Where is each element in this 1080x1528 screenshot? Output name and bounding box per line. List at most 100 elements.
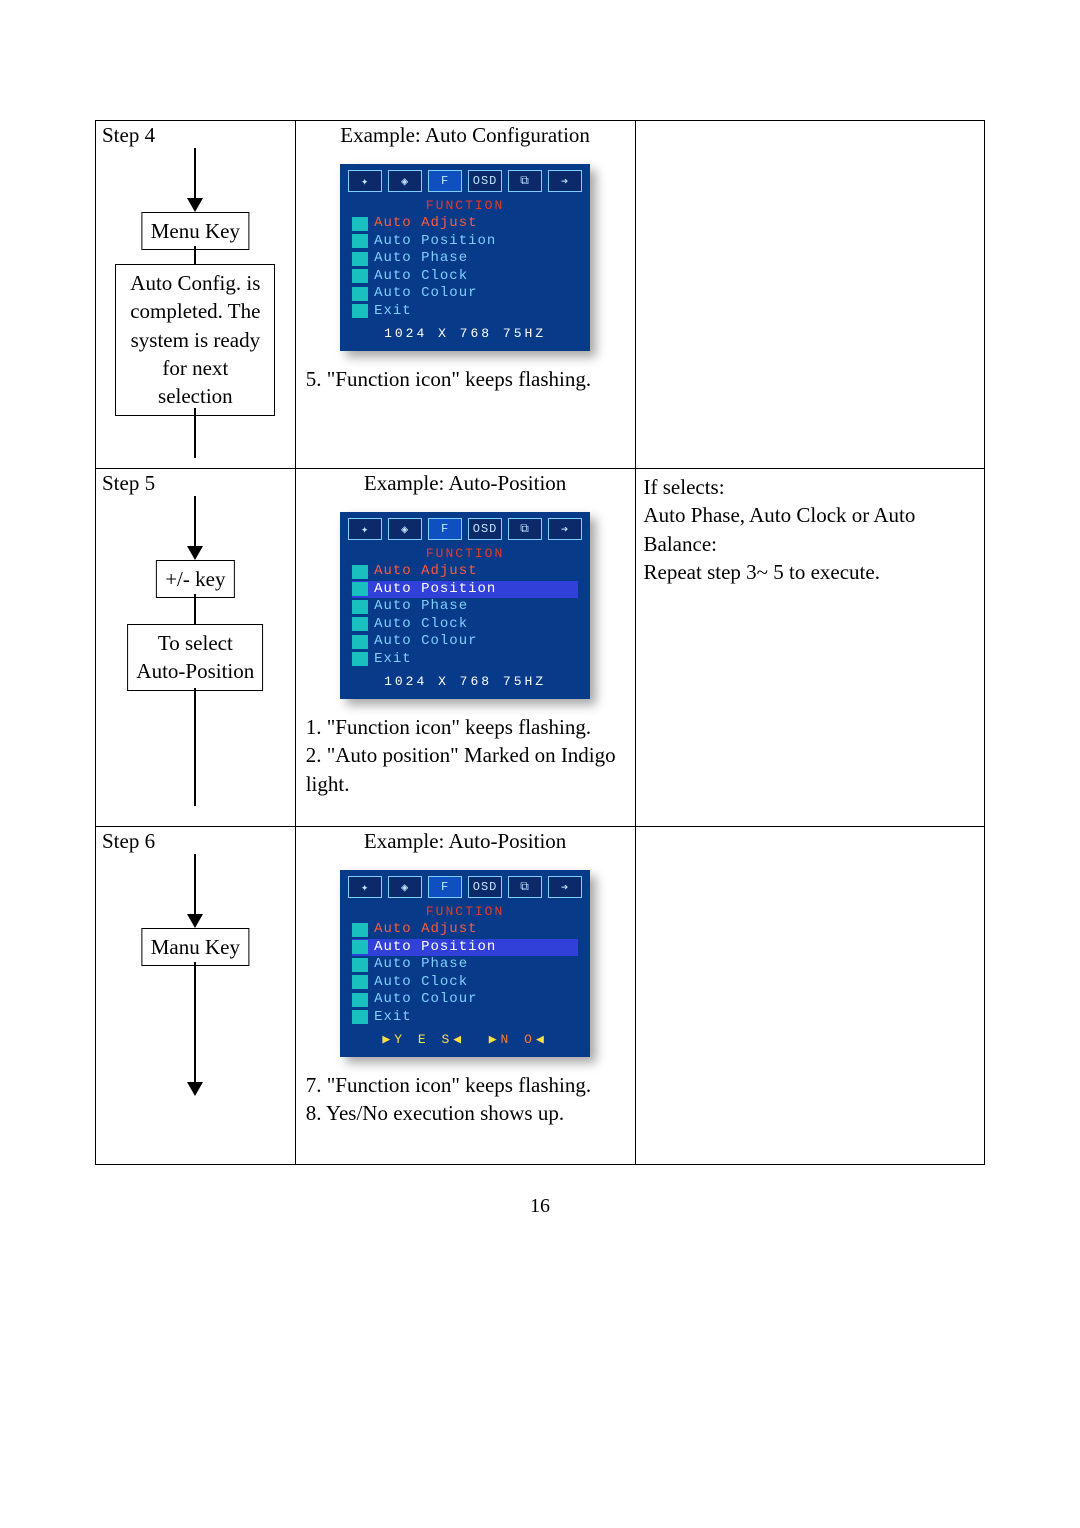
osd-item: Auto Colour bbox=[352, 285, 578, 303]
osd-item-label: Auto Position bbox=[374, 233, 496, 251]
osd-item-label: Exit bbox=[374, 303, 412, 321]
example-notes: 7. "Function icon" keeps flashing.8. Yes… bbox=[300, 1071, 631, 1128]
osd-item-icon bbox=[352, 617, 368, 631]
osd-item-label: Auto Colour bbox=[374, 633, 477, 651]
osd-item-label: Auto Phase bbox=[374, 598, 468, 616]
osd-item-icon bbox=[352, 975, 368, 989]
flow-box: +/- key bbox=[156, 560, 234, 598]
osd-section-title: FUNCTION bbox=[346, 902, 584, 921]
table-row: Step 4 Menu Key Auto Config. is complete… bbox=[96, 121, 985, 469]
osd-item: Auto Clock bbox=[352, 616, 578, 634]
osd-item-icon bbox=[352, 652, 368, 666]
step-label: Step 4 bbox=[100, 123, 291, 148]
osd-tab-icon: ➔ bbox=[548, 876, 582, 898]
osd-item-label: Auto Adjust bbox=[374, 215, 477, 233]
osd-item-icon bbox=[352, 940, 368, 954]
right-note: If selects: Auto Phase, Auto Clock or Au… bbox=[640, 471, 980, 588]
osd-item-label: Auto Phase bbox=[374, 956, 468, 974]
osd-item-label: Auto Colour bbox=[374, 991, 477, 1009]
osd-item-label: Auto Phase bbox=[374, 250, 468, 268]
osd-status: 1024 X 768 75HZ bbox=[346, 668, 584, 689]
osd-tab-icon: ◈ bbox=[388, 518, 422, 540]
osd-item-icon bbox=[352, 287, 368, 301]
osd-item-icon bbox=[352, 234, 368, 248]
osd-panel: ✦ ◈ F OSD ⧉ ➔ FUNCTION Auto AdjustAuto P… bbox=[340, 164, 590, 351]
osd-item-label: Auto Colour bbox=[374, 285, 477, 303]
osd-item-icon bbox=[352, 635, 368, 649]
table-row: Step 5 +/- key To selectAuto-Position Ex… bbox=[96, 469, 985, 827]
flow-diagram: Menu Key Auto Config. is completed. The … bbox=[100, 148, 291, 458]
example-title: Example: Auto-Position bbox=[300, 471, 631, 506]
osd-item: Auto Phase bbox=[352, 250, 578, 268]
page: Step 4 Menu Key Auto Config. is complete… bbox=[95, 120, 985, 1218]
step-label: Step 6 bbox=[100, 829, 291, 854]
osd-panel: ✦ ◈ F OSD ⧉ ➔ FUNCTION Auto AdjustAuto P… bbox=[340, 512, 590, 699]
osd-tabs: ✦ ◈ F OSD ⧉ ➔ bbox=[346, 518, 584, 544]
osd-item: Auto Clock bbox=[352, 974, 578, 992]
osd-item-label: Auto Adjust bbox=[374, 563, 477, 581]
osd-item-icon bbox=[352, 565, 368, 579]
osd-item-label: Auto Adjust bbox=[374, 921, 477, 939]
osd-item-label: Exit bbox=[374, 1009, 412, 1027]
osd-item-label: Auto Clock bbox=[374, 974, 468, 992]
example-title: Example: Auto Configuration bbox=[300, 123, 631, 158]
osd-item-icon bbox=[352, 269, 368, 283]
osd-tab-icon: OSD bbox=[468, 518, 502, 540]
osd-item: Auto Adjust bbox=[352, 215, 578, 233]
table-row: Step 6 Manu Key Example: Auto-Position ✦… bbox=[96, 827, 985, 1165]
flow-box: To selectAuto-Position bbox=[127, 624, 263, 691]
osd-item-label: Auto Clock bbox=[374, 616, 468, 634]
osd-tab-icon: ◈ bbox=[388, 876, 422, 898]
osd-item: Exit bbox=[352, 1009, 578, 1027]
flow-box: Auto Config. is completed. The system is… bbox=[115, 264, 275, 416]
step-label: Step 5 bbox=[100, 471, 291, 496]
osd-items: Auto AdjustAuto PositionAuto PhaseAuto C… bbox=[346, 921, 584, 1026]
osd-item-icon bbox=[352, 600, 368, 614]
example-notes: 5. "Function icon" keeps flashing. bbox=[300, 365, 631, 393]
osd-section-title: FUNCTION bbox=[346, 544, 584, 563]
osd-tabs: ✦ ◈ F OSD ⧉ ➔ bbox=[346, 170, 584, 196]
osd-tab-icon: ✦ bbox=[348, 170, 382, 192]
osd-item-label: Auto Clock bbox=[374, 268, 468, 286]
osd-item: Auto Phase bbox=[352, 956, 578, 974]
osd-tab-icon: ◈ bbox=[388, 170, 422, 192]
osd-items: Auto AdjustAuto PositionAuto PhaseAuto C… bbox=[346, 563, 584, 668]
osd-item: Auto Phase bbox=[352, 598, 578, 616]
osd-tab-icon: ➔ bbox=[548, 518, 582, 540]
osd-item: Exit bbox=[352, 651, 578, 669]
osd-item-label: Auto Position bbox=[374, 939, 496, 957]
flow-diagram: +/- key To selectAuto-Position bbox=[100, 496, 291, 816]
osd-panel: ✦ ◈ F OSD ⧉ ➔ FUNCTION Auto AdjustAuto P… bbox=[340, 870, 590, 1057]
osd-item-icon bbox=[352, 304, 368, 318]
osd-item-label: Exit bbox=[374, 651, 412, 669]
osd-item-icon bbox=[352, 958, 368, 972]
osd-tab-icon: OSD bbox=[468, 876, 502, 898]
osd-item-icon bbox=[352, 923, 368, 937]
osd-tabs: ✦ ◈ F OSD ⧉ ➔ bbox=[346, 876, 584, 902]
osd-item: Auto Colour bbox=[352, 633, 578, 651]
osd-item-label: Auto Position bbox=[374, 581, 496, 599]
osd-item-icon bbox=[352, 252, 368, 266]
osd-tab-icon: ⧉ bbox=[508, 876, 542, 898]
osd-item: Auto Adjust bbox=[352, 563, 578, 581]
osd-tab-icon: F bbox=[428, 876, 462, 898]
flow-box: Manu Key bbox=[142, 928, 249, 966]
osd-tab-icon: F bbox=[428, 518, 462, 540]
osd-item-icon bbox=[352, 582, 368, 596]
osd-tab-icon: F bbox=[428, 170, 462, 192]
page-number: 16 bbox=[95, 1165, 985, 1218]
flow-box: Menu Key bbox=[142, 212, 249, 250]
osd-tab-icon: OSD bbox=[468, 170, 502, 192]
osd-item: Auto Position bbox=[352, 939, 578, 957]
osd-item: Auto Position bbox=[352, 581, 578, 599]
osd-yesno: ▶Y E S◀ ▶N O◀ bbox=[346, 1026, 584, 1047]
osd-status: 1024 X 768 75HZ bbox=[346, 320, 584, 341]
osd-item: Auto Clock bbox=[352, 268, 578, 286]
osd-tab-icon: ➔ bbox=[548, 170, 582, 192]
osd-items: Auto AdjustAuto PositionAuto PhaseAuto C… bbox=[346, 215, 584, 320]
osd-item-icon bbox=[352, 993, 368, 1007]
osd-item: Auto Colour bbox=[352, 991, 578, 1009]
osd-item-icon bbox=[352, 1010, 368, 1024]
instruction-table: Step 4 Menu Key Auto Config. is complete… bbox=[95, 120, 985, 1165]
flow-diagram: Manu Key bbox=[100, 854, 291, 1154]
